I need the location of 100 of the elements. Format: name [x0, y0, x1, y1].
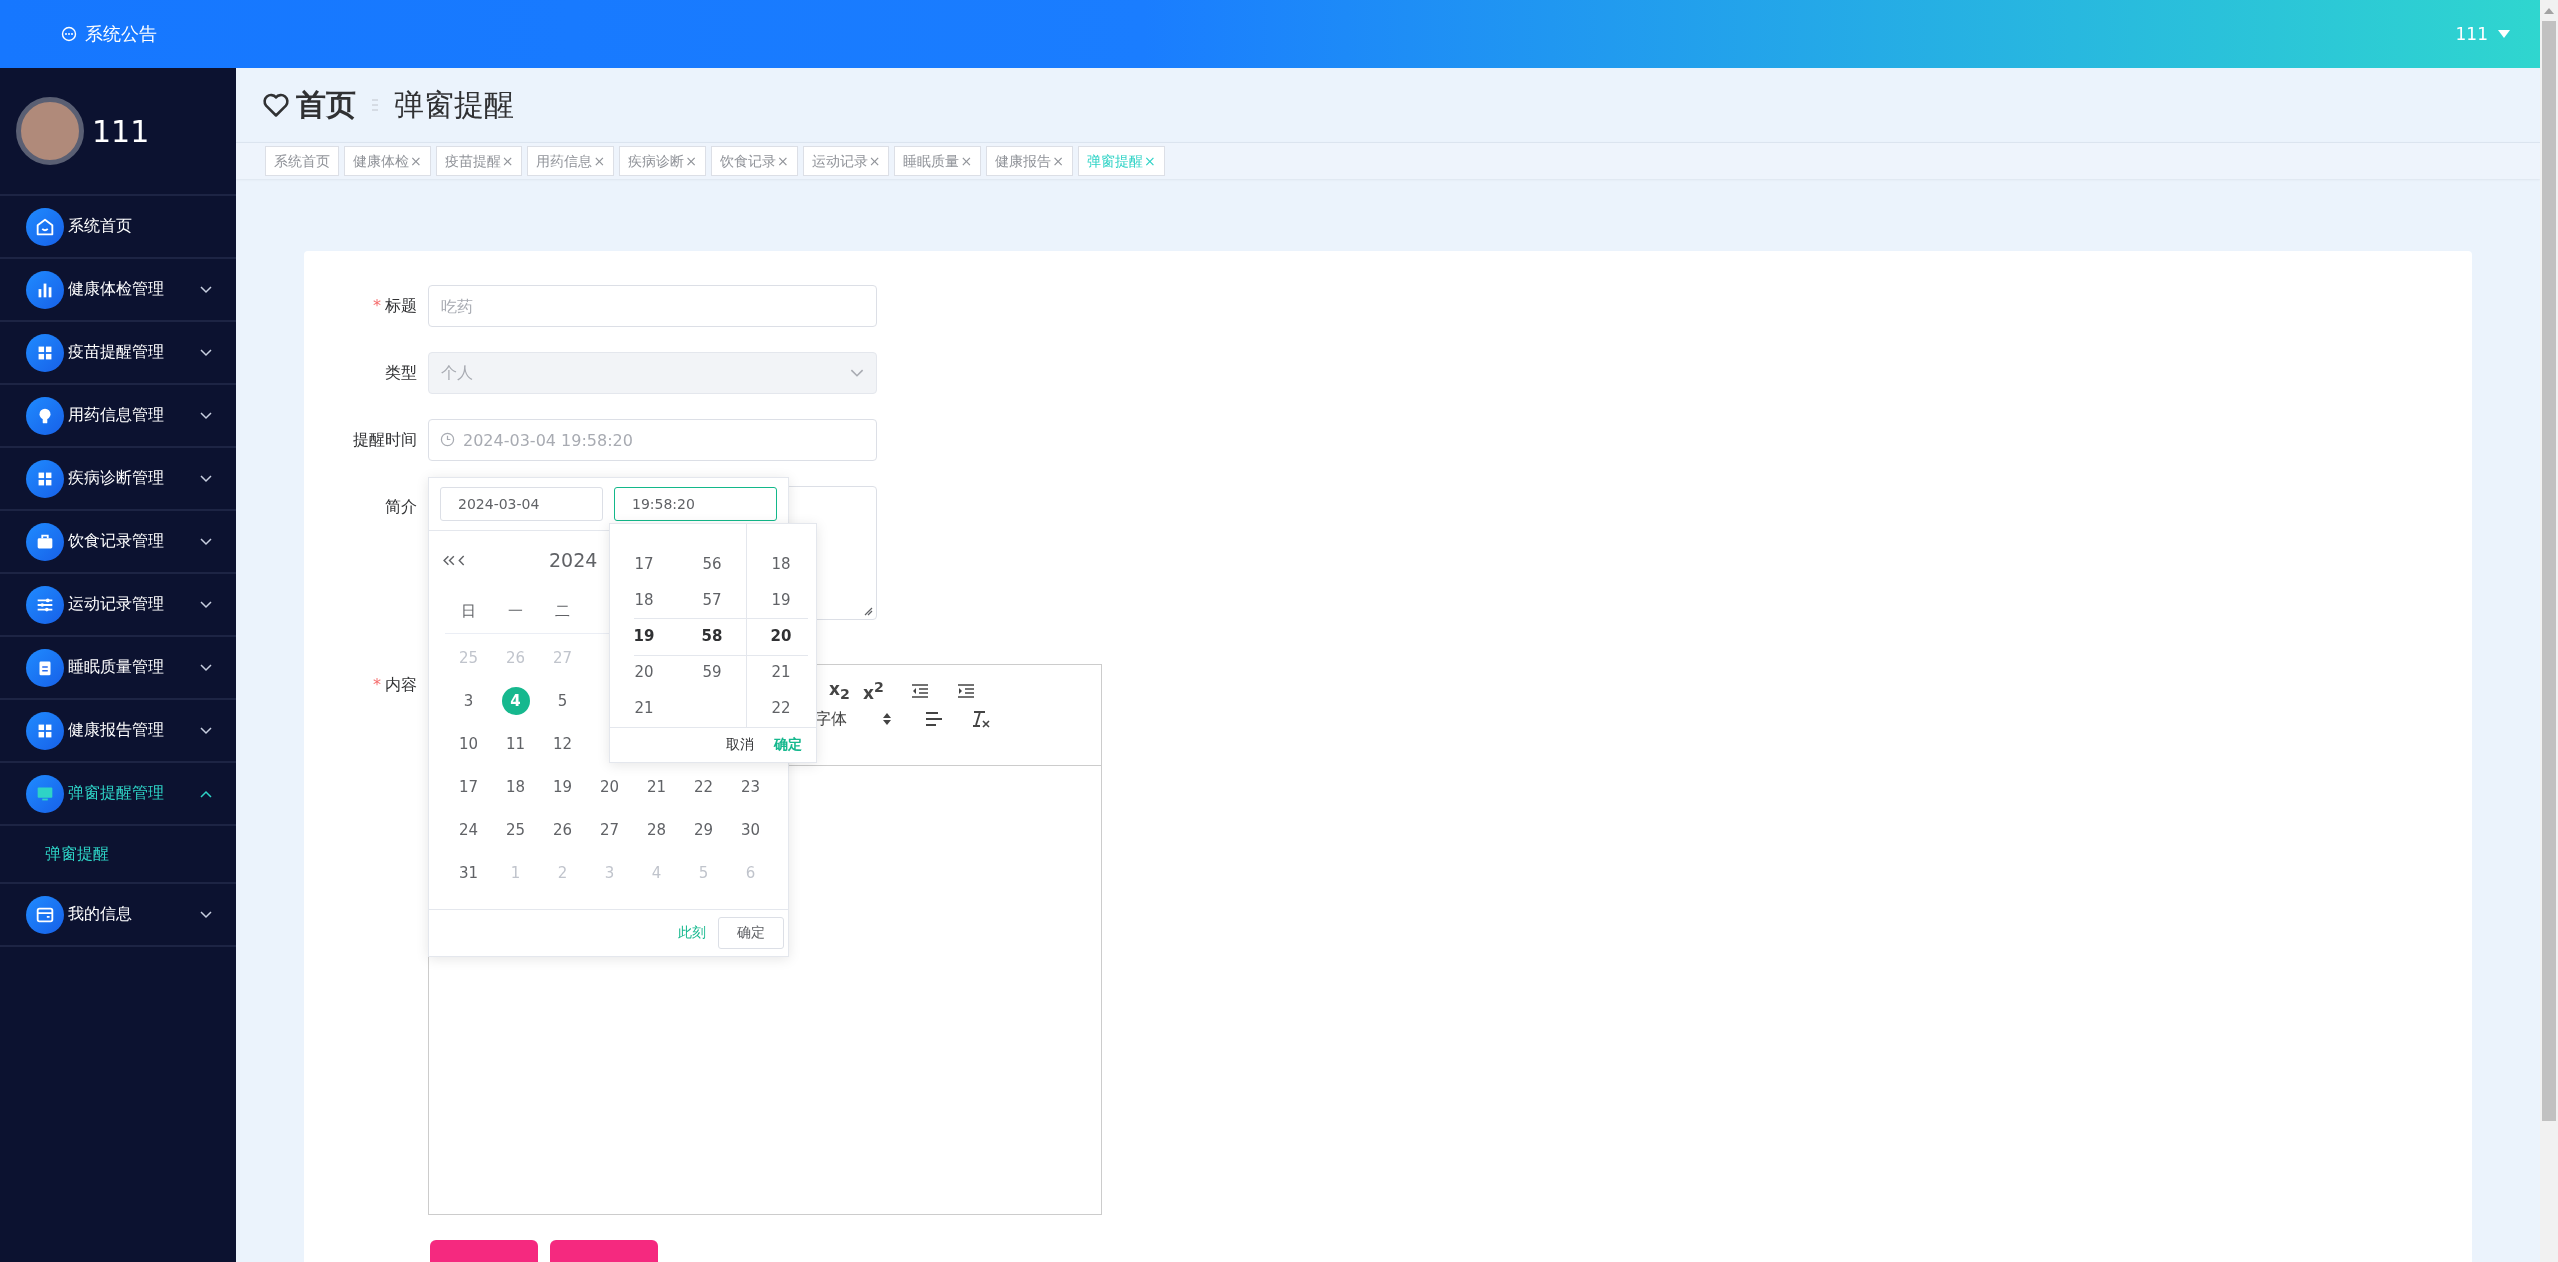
- time-option[interactable]: 19: [633, 618, 655, 654]
- home-icon: [26, 207, 64, 246]
- menu-item[interactable]: 疫苗提醒管理: [0, 322, 236, 385]
- lightbulb-icon: [26, 396, 64, 435]
- field-label: * 标题: [372, 295, 418, 317]
- page-tab[interactable]: 用药信息×: [527, 146, 615, 176]
- field-label: 简介: [384, 496, 418, 518]
- grid-icon: [26, 711, 64, 750]
- clipboard-icon: [26, 648, 64, 687]
- menu-item[interactable]: 健康体检管理: [0, 259, 236, 322]
- datetime-field[interactable]: 2024-03-04 19:58:20: [428, 419, 877, 461]
- chevron-down-icon: [850, 368, 864, 378]
- page-tab[interactable]: 系统首页: [265, 146, 339, 176]
- menu-item[interactable]: 饮食记录管理: [0, 511, 236, 574]
- time-option[interactable]: 21: [634, 690, 654, 726]
- calendar-day[interactable]: 10: [454, 729, 483, 758]
- page-tab[interactable]: 饮食记录×: [710, 146, 798, 176]
- menu-item[interactable]: 疾病诊断管理: [0, 448, 236, 511]
- outdent-icon[interactable]: [911, 684, 929, 698]
- page-tab[interactable]: 疾病诊断×: [619, 146, 706, 176]
- scrollbar-thumb[interactable]: [2542, 21, 2556, 1121]
- time-option[interactable]: 18: [771, 546, 791, 582]
- menu-item[interactable]: 健康报告管理: [0, 700, 236, 763]
- calendar-day[interactable]: 31: [454, 858, 483, 887]
- username: 111: [92, 113, 150, 149]
- time-option[interactable]: 17: [634, 546, 654, 582]
- calendar-day[interactable]: 18: [501, 772, 530, 801]
- calendar-day[interactable]: 28: [642, 815, 671, 844]
- calendar-day[interactable]: 29: [689, 815, 718, 844]
- calendar-day[interactable]: 30: [736, 815, 765, 844]
- card-icon: [26, 895, 64, 934]
- calendar-day[interactable]: 17: [454, 772, 483, 801]
- menu-item[interactable]: 用药信息管理: [0, 385, 236, 448]
- double-chevron-left-icon[interactable]: [443, 554, 456, 566]
- menu-item[interactable]: 我的信息: [0, 884, 236, 947]
- time-option[interactable]: 19: [771, 582, 791, 618]
- grid-icon: [26, 459, 64, 498]
- calendar-day[interactable]: 20: [595, 772, 624, 801]
- calendar-day[interactable]: 27: [595, 815, 624, 844]
- calendar-day[interactable]: 5: [548, 686, 577, 715]
- resize-handle-icon: [863, 606, 873, 616]
- field-label: 类型: [384, 362, 418, 384]
- monitor-icon: [26, 774, 64, 813]
- time-option[interactable]: 57: [702, 582, 722, 618]
- calendar-day[interactable]: 19: [548, 772, 577, 801]
- clock-icon: [440, 432, 455, 447]
- title-field[interactable]: 吃药: [428, 285, 877, 327]
- page-tab[interactable]: 健康体检×: [344, 146, 431, 176]
- scrollbar[interactable]: [2540, 0, 2558, 1262]
- breadcrumb-current: 弹窗提醒: [394, 85, 514, 124]
- menu-item[interactable]: 系统首页: [0, 196, 236, 259]
- chevron-left-icon[interactable]: [458, 554, 465, 566]
- calendar-day[interactable]: 22: [689, 772, 718, 801]
- breadcrumb-link[interactable]: 首页: [296, 84, 356, 126]
- menu-item[interactable]: 弹窗提醒管理: [0, 763, 236, 826]
- time-input[interactable]: 19:58:20: [614, 487, 777, 521]
- field-label: 提醒时间: [352, 429, 418, 451]
- time-option[interactable]: 58: [701, 618, 723, 654]
- sort-arrows-icon: [883, 713, 891, 725]
- date-input[interactable]: 2024-03-04: [440, 487, 603, 521]
- calendar-day[interactable]: 25: [501, 815, 530, 844]
- menu-item[interactable]: 睡眠质量管理: [0, 637, 236, 700]
- clear-format-icon[interactable]: [971, 710, 991, 728]
- time-option[interactable]: 18: [634, 582, 654, 618]
- menu-item[interactable]: 运动记录管理: [0, 574, 236, 637]
- calendar-day[interactable]: 26: [548, 815, 577, 844]
- page-tab[interactable]: 疫苗提醒×: [435, 146, 523, 176]
- sliders-icon: [26, 585, 64, 624]
- required-mark: *: [373, 675, 381, 694]
- page-tab[interactable]: 运动记录×: [802, 146, 890, 176]
- weekday-label: 日: [460, 600, 477, 622]
- heart-icon: [262, 92, 290, 118]
- page-tab[interactable]: 睡眠质量×: [894, 146, 982, 176]
- calendar-day[interactable]: 3: [454, 686, 483, 715]
- required-mark: *: [373, 296, 381, 315]
- month-title: 2024: [549, 549, 598, 571]
- weekday-label: 一: [507, 600, 524, 622]
- align-icon[interactable]: [925, 712, 943, 726]
- calendar-day[interactable]: 11: [501, 729, 530, 758]
- separator-icon: [372, 98, 378, 112]
- grid-icon: [26, 333, 64, 372]
- briefcase-icon: [26, 522, 64, 561]
- indent-icon[interactable]: [957, 684, 975, 698]
- calendar-day[interactable]: 23: [736, 772, 765, 801]
- calendar-day[interactable]: 24: [454, 815, 483, 844]
- superscript-button[interactable]: x$^{2}$: [863, 679, 883, 703]
- field-label: * 内容: [372, 674, 418, 696]
- weekday-label: 二: [554, 600, 571, 622]
- time-option[interactable]: 56: [702, 546, 722, 582]
- calendar-day[interactable]: 21: [642, 772, 671, 801]
- page-tab[interactable]: 健康报告×: [986, 146, 1073, 176]
- calendar-day[interactable]: 12: [548, 729, 577, 758]
- notice-link[interactable]: 系统公告: [85, 22, 157, 46]
- confirm-button[interactable]: 确定: [718, 917, 784, 949]
- chat-bubble-icon: [61, 26, 77, 42]
- bar-chart-icon: [26, 270, 64, 309]
- subscript-button[interactable]: x$_{2}$: [829, 679, 849, 703]
- time-option[interactable]: 20: [770, 618, 792, 654]
- time-option[interactable]: 22: [771, 690, 791, 726]
- cancel-button[interactable]: 取消: [726, 736, 754, 754]
